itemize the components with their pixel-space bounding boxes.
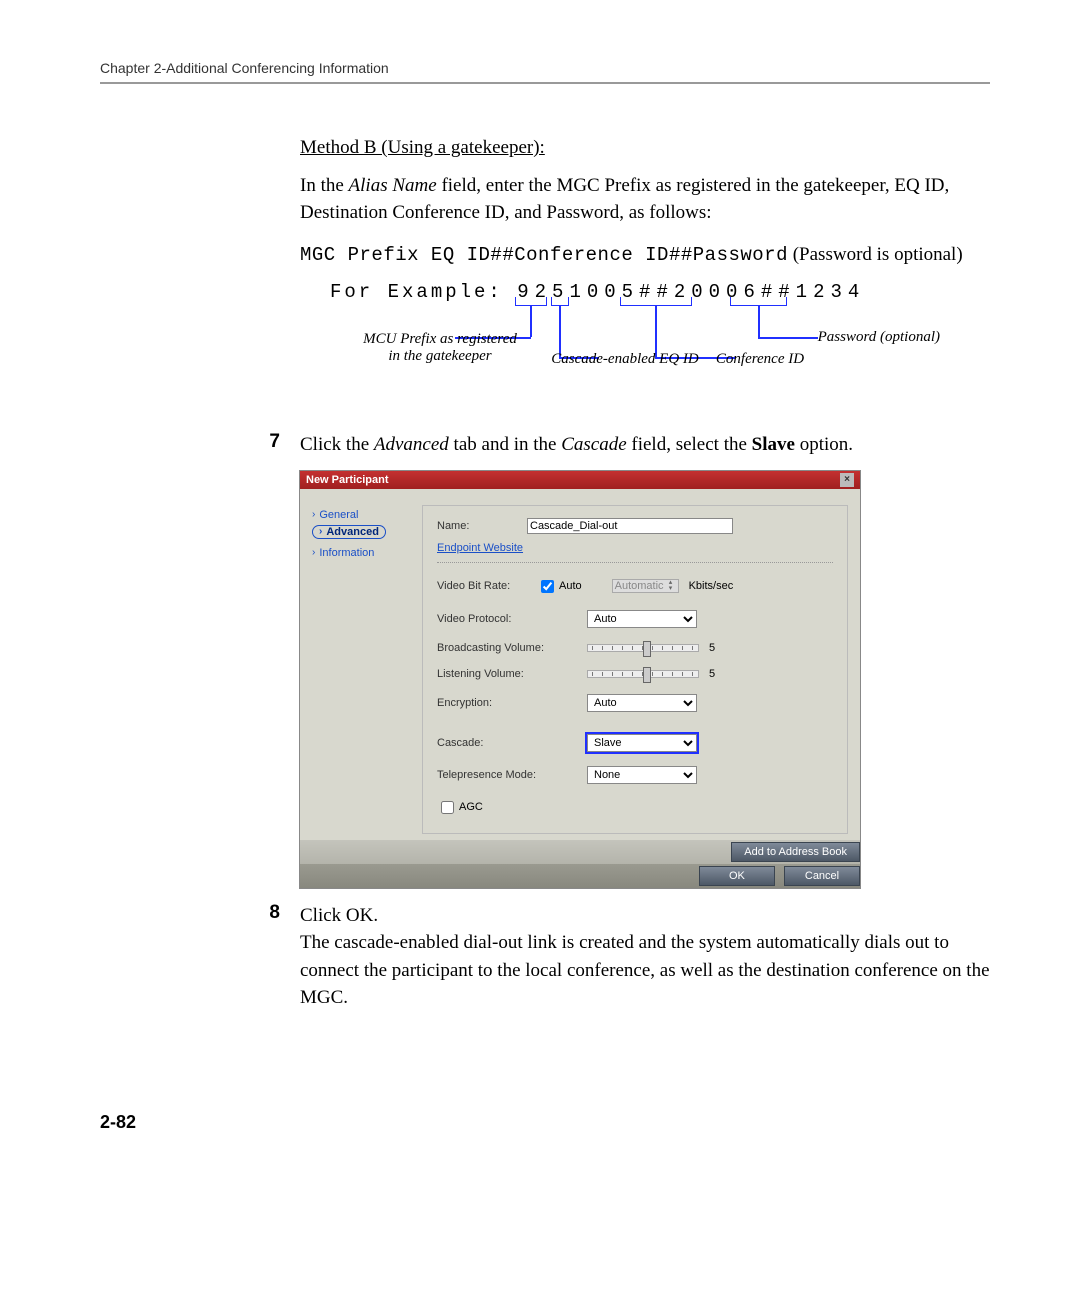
dialog-titlebar: New Participant × [300,471,860,489]
label-conf-id: Conference ID [700,351,820,368]
listening-volume-label: Listening Volume: [437,668,587,680]
chevron-right-icon: › [319,526,322,537]
ok-button[interactable]: OK [699,866,775,886]
video-protocol-label: Video Protocol: [437,613,587,625]
close-icon[interactable]: × [840,473,854,487]
spinner-icon: ▴▾ [666,580,676,592]
dialog-nav: ›General ›Advanced ›Information [312,505,422,834]
chevron-right-icon: › [312,509,315,520]
dialog-form: Name: Endpoint Website Video Bit Rate: A… [422,505,848,834]
name-input[interactable] [527,518,733,534]
nav-information[interactable]: ›Information [312,547,422,559]
encryption-label: Encryption: [437,697,587,709]
endpoint-website-link[interactable]: Endpoint Website [437,542,523,554]
video-bit-rate-label: Video Bit Rate: [437,580,537,592]
cascade-label: Cascade: [437,737,587,749]
add-to-address-book-button[interactable]: Add to Address Book [731,842,860,862]
broadcasting-value: 5 [709,642,715,654]
method-b-intro: In the Alias Name field, enter the MGC P… [300,172,990,227]
agc-label: AGC [459,801,483,813]
step-8-number: 8 [100,902,300,1012]
encryption-select[interactable]: Auto [587,694,697,712]
telepresence-label: Telepresence Mode: [437,769,587,781]
telepresence-select[interactable]: None [587,766,697,784]
dialog-title: New Participant [306,474,389,486]
label-mcu-prefix: MCU Prefix as registered in the gatekeep… [360,331,520,365]
step-7-text: Click the Advanced tab and in the Cascad… [300,431,990,459]
label-cascade-eq: Cascade-enabled EQ ID [550,351,700,368]
method-b-code: MGC Prefix EQ ID##Conference ID##Passwor… [300,241,990,270]
listening-slider[interactable] [587,670,699,678]
step-8-text: Click OK. The cascade-enabled dial-out l… [300,902,990,1012]
cascade-select[interactable]: Slave [587,734,697,752]
nav-general[interactable]: ›General [312,509,422,521]
auto-checkbox[interactable] [541,580,554,593]
kbits-label: Kbits/sec [689,580,734,592]
broadcasting-volume-label: Broadcasting Volume: [437,642,587,654]
listening-value: 5 [709,668,715,680]
agc-checkbox[interactable] [441,801,454,814]
auto-checkbox-label: Auto [559,580,582,592]
chevron-right-icon: › [312,547,315,558]
broadcasting-slider[interactable] [587,644,699,652]
cancel-button[interactable]: Cancel [784,866,860,886]
name-label: Name: [437,520,527,532]
example-diagram: MCU Prefix as registered in the gatekeep… [300,303,990,413]
video-protocol-select[interactable]: Auto [587,610,697,628]
header-rule [100,82,990,84]
section-divider [437,562,833,563]
method-b-title: Method B (Using a gatekeeper): [300,134,990,162]
step-7-number: 7 [100,431,300,459]
nav-advanced[interactable]: ›Advanced [312,525,386,539]
chapter-header: Chapter 2-Additional Conferencing Inform… [100,60,990,76]
page-number: 2-82 [100,1112,990,1133]
bitrate-display: Automatic ▴▾ [612,579,679,593]
label-password: Password (optional) [780,329,940,346]
new-participant-dialog: New Participant × ›General ›Advanced ›In… [300,471,860,888]
